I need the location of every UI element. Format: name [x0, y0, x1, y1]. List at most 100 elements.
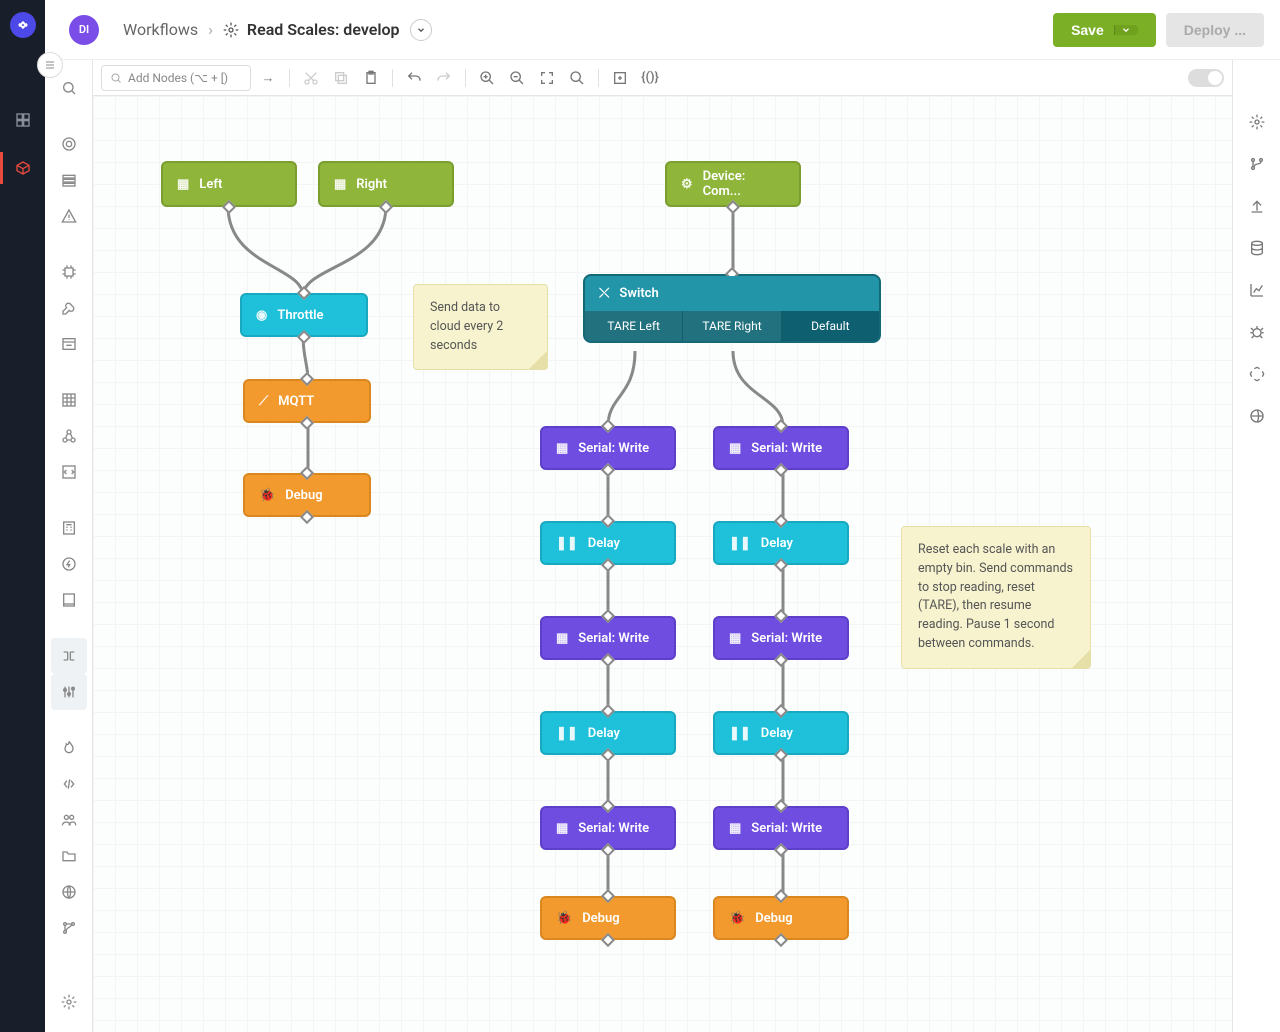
bug-icon: 🐞 [729, 911, 745, 926]
palette-settings-icon[interactable] [51, 984, 87, 1020]
canvas-toolbar: Add Nodes (⌥ + [) → {()} [93, 60, 1232, 96]
nav-dashboard-icon[interactable] [11, 108, 35, 132]
node-delay[interactable]: ❚❚Delay [713, 521, 849, 565]
undo-icon[interactable] [401, 65, 427, 91]
palette-script-icon[interactable] [51, 766, 87, 802]
palette-calc-icon[interactable] [51, 510, 87, 546]
breadcrumb: Workflows › Read Scales: develop [123, 19, 432, 41]
bug-icon: 🐞 [556, 911, 572, 926]
palette-folder-icon[interactable] [51, 838, 87, 874]
palette-bolt-icon[interactable] [51, 546, 87, 582]
palette-book-icon[interactable] [51, 582, 87, 618]
palette-globe-icon[interactable] [51, 874, 87, 910]
node-debug[interactable]: 🐞Debug [243, 473, 371, 517]
rr-globe-icon[interactable] [1245, 404, 1269, 428]
node-delay[interactable]: ❚❚Delay [713, 711, 849, 755]
nav-workflows-icon[interactable] [11, 156, 35, 180]
pause-icon: ❚❚ [556, 726, 578, 741]
deploy-button: Deploy ... [1166, 13, 1264, 47]
rr-branch-icon[interactable] [1245, 152, 1269, 176]
zoom-out-icon[interactable] [504, 65, 530, 91]
pause-icon: ❚❚ [729, 726, 751, 741]
gear-icon: ⚙ [681, 177, 693, 192]
node-switch[interactable]: ⤬Switch TARE Left TARE Right Default [583, 274, 881, 343]
node-right[interactable]: ▦Right [318, 161, 454, 207]
pause-icon: ❚❚ [556, 536, 578, 551]
node-device-command[interactable]: ⚙Device: Com... [665, 161, 801, 207]
right-rail [1232, 60, 1280, 1032]
zoom-search-icon[interactable] [564, 65, 590, 91]
node-mqtt[interactable]: ⟋MQTT [243, 379, 371, 423]
rr-settings-icon[interactable] [1245, 110, 1269, 134]
node-debug[interactable]: 🐞Debug [713, 896, 849, 940]
app-logo[interactable] [10, 12, 36, 38]
palette-warning-icon[interactable] [51, 198, 87, 234]
palette-target-icon[interactable] [51, 126, 87, 162]
node-serial-write[interactable]: ▦Serial: Write [540, 426, 676, 470]
node-delay[interactable]: ❚❚Delay [540, 711, 676, 755]
node-left[interactable]: ▦Left [161, 161, 297, 207]
node-delay[interactable]: ❚❚Delay [540, 521, 676, 565]
palette-users-icon[interactable] [51, 802, 87, 838]
switch-case-default[interactable]: Default [782, 311, 879, 341]
serial-icon: ▦ [556, 821, 568, 836]
version-dropdown[interactable] [410, 19, 432, 41]
search-placeholder: Add Nodes (⌥ + [) [128, 71, 228, 85]
zoom-in-icon[interactable] [474, 65, 500, 91]
rr-chart-icon[interactable] [1245, 278, 1269, 302]
add-note-icon[interactable] [607, 65, 633, 91]
save-button[interactable]: Save [1053, 13, 1156, 47]
palette-code-icon[interactable] [51, 454, 87, 490]
throttle-icon: ◉ [256, 308, 267, 323]
trigger-icon: ▦ [334, 177, 346, 192]
menu-toggle[interactable] [37, 52, 63, 78]
palette-flame-icon[interactable] [51, 730, 87, 766]
header: DI Workflows › Read Scales: develop Save… [45, 0, 1280, 60]
bug-icon: 🐞 [259, 488, 275, 503]
paste-icon[interactable] [358, 65, 384, 91]
palette-layers-icon[interactable] [51, 162, 87, 198]
rr-upload-icon[interactable] [1245, 194, 1269, 218]
node-throttle[interactable]: ◉Throttle [240, 293, 368, 337]
main-nav-rail [0, 0, 45, 1032]
palette-chip-icon[interactable] [51, 254, 87, 290]
node-serial-write[interactable]: ▦Serial: Write [540, 806, 676, 850]
code-braces-icon[interactable]: {()} [637, 65, 663, 91]
mqtt-icon: ⟋ [259, 394, 268, 409]
palette-sliders-icon[interactable] [51, 674, 87, 710]
rr-expand-icon[interactable] [1245, 362, 1269, 386]
user-avatar[interactable]: DI [69, 15, 99, 45]
switch-case-tare-left[interactable]: TARE Left [585, 311, 683, 341]
workflow-canvas[interactable]: ▦Left ▦Right ⚙Device: Com... ◉Throttle ⟋… [93, 96, 1232, 1032]
palette-grid-icon[interactable] [51, 382, 87, 418]
serial-icon: ▦ [556, 631, 568, 646]
node-serial-write[interactable]: ▦Serial: Write [713, 426, 849, 470]
zoom-fit-icon[interactable] [534, 65, 560, 91]
redo-icon [431, 65, 457, 91]
node-serial-write[interactable]: ▦Serial: Write [540, 616, 676, 660]
palette-webhook-icon[interactable] [51, 418, 87, 454]
search-icon [110, 72, 122, 84]
palette-flow-icon[interactable] [51, 638, 87, 674]
cut-icon [298, 65, 324, 91]
palette-form-icon[interactable] [51, 326, 87, 362]
node-debug[interactable]: 🐞Debug [540, 896, 676, 940]
serial-icon: ▦ [729, 821, 741, 836]
pause-icon: ❚❚ [729, 536, 751, 551]
palette-wrench-icon[interactable] [51, 290, 87, 326]
switch-icon: ⤬ [599, 286, 609, 301]
node-serial-write[interactable]: ▦Serial: Write [713, 806, 849, 850]
palette-branch-icon[interactable] [51, 910, 87, 946]
goto-icon[interactable]: → [255, 65, 281, 91]
save-dropdown-icon[interactable] [1114, 25, 1138, 35]
add-nodes-search[interactable]: Add Nodes (⌥ + [) [101, 65, 251, 91]
breadcrumb-root[interactable]: Workflows [123, 20, 198, 39]
node-serial-write[interactable]: ▦Serial: Write [713, 616, 849, 660]
switch-case-tare-right[interactable]: TARE Right [683, 311, 781, 341]
live-toggle[interactable] [1188, 69, 1224, 87]
node-palette [45, 60, 93, 1032]
rr-database-icon[interactable] [1245, 236, 1269, 260]
sticky-note[interactable]: Reset each scale with an empty bin. Send… [901, 526, 1091, 669]
sticky-note[interactable]: Send data to cloud every 2 seconds [413, 284, 548, 370]
rr-bug-icon[interactable] [1245, 320, 1269, 344]
